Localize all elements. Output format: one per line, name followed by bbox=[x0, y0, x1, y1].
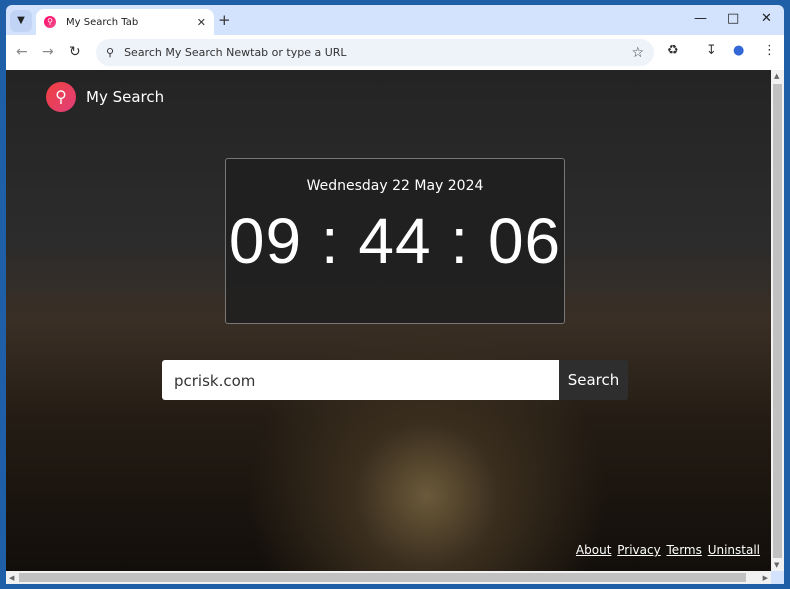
clock-widget: Wednesday 22 May 2024 09 : 44 : 06 bbox=[225, 158, 565, 324]
omnibox-placeholder: Search My Search Newtab or type a URL bbox=[124, 46, 347, 59]
new-tab-button[interactable]: + bbox=[218, 11, 231, 29]
date-display: Wednesday 22 May 2024 bbox=[306, 178, 484, 194]
tab-my-search[interactable]: ⚲ My Search Tab ✕ bbox=[36, 9, 214, 35]
new-tab-page: ⚲ My Search Wednesday 22 May 2024 09 : 4… bbox=[6, 70, 771, 571]
omnibox[interactable]: ⚲ Search My Search Newtab or type a URL … bbox=[96, 39, 654, 66]
scroll-right-icon[interactable]: ▶ bbox=[763, 574, 768, 582]
vertical-scrollbar[interactable]: ▲ ▼ bbox=[771, 70, 784, 571]
time-display: 09 : 44 : 06 bbox=[228, 205, 562, 277]
close-tab-icon[interactable]: ✕ bbox=[197, 16, 206, 29]
maximize-button[interactable]: □ bbox=[727, 11, 739, 26]
tab-search-button[interactable]: ▼ bbox=[10, 10, 32, 32]
scroll-left-icon[interactable]: ◀ bbox=[9, 574, 14, 582]
profile-avatar-icon[interactable]: ● bbox=[733, 43, 744, 58]
tab-title: My Search Tab bbox=[66, 16, 139, 28]
forward-icon[interactable]: → bbox=[42, 44, 54, 60]
terms-link[interactable]: Terms bbox=[667, 543, 702, 557]
close-window-button[interactable]: ✕ bbox=[761, 11, 772, 26]
magnifier-icon: ⚲ bbox=[46, 82, 76, 112]
tab-bar: ▼ ⚲ My Search Tab ✕ + — □ ✕ bbox=[6, 5, 784, 35]
vertical-scroll-thumb[interactable] bbox=[773, 84, 782, 558]
search-icon: ⚲ bbox=[106, 46, 115, 59]
back-icon[interactable]: ← bbox=[16, 44, 28, 60]
horizontal-scroll-thumb[interactable] bbox=[19, 573, 746, 582]
download-icon[interactable]: ↧ bbox=[706, 43, 717, 58]
favicon-search-icon: ⚲ bbox=[44, 16, 56, 28]
footer-links: About Privacy Terms Uninstall bbox=[574, 543, 760, 557]
horizontal-scrollbar[interactable]: ◀ ▶ bbox=[6, 571, 771, 584]
extensions-icon[interactable]: ♻ bbox=[667, 43, 679, 58]
brand-logo: ⚲ My Search bbox=[46, 82, 164, 112]
uninstall-link[interactable]: Uninstall bbox=[708, 543, 760, 557]
reload-icon[interactable]: ↻ bbox=[69, 44, 81, 60]
scroll-up-icon[interactable]: ▲ bbox=[774, 72, 779, 80]
scroll-down-icon[interactable]: ▼ bbox=[774, 561, 779, 569]
toolbar: ← → ↻ ⚲ Search My Search Newtab or type … bbox=[6, 35, 784, 70]
about-link[interactable]: About bbox=[576, 543, 611, 557]
menu-icon[interactable]: ⋮ bbox=[763, 43, 776, 58]
bookmark-star-icon[interactable]: ☆ bbox=[631, 45, 644, 61]
search-input[interactable]: pcrisk.com bbox=[162, 360, 559, 400]
privacy-link[interactable]: Privacy bbox=[617, 543, 660, 557]
search-button[interactable]: Search bbox=[559, 360, 628, 400]
minimize-button[interactable]: — bbox=[694, 11, 707, 26]
browser-window: ▼ ⚲ My Search Tab ✕ + — □ ✕ ← → ↻ ⚲ Sear… bbox=[6, 5, 784, 584]
brand-name: My Search bbox=[86, 88, 165, 106]
